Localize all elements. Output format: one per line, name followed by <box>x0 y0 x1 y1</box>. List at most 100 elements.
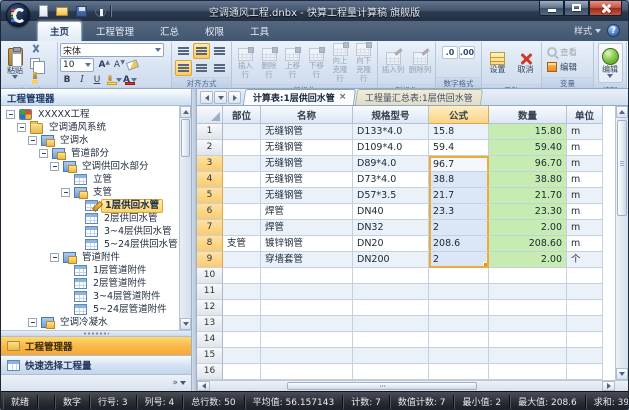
cell-unit[interactable] <box>567 332 603 348</box>
document-tab[interactable]: 工程量汇总表:1层供回水管 <box>355 89 483 105</box>
decrease-decimal-button[interactable]: .00 <box>459 46 475 59</box>
cell-spec[interactable]: D73*4.0 <box>353 172 429 188</box>
row-number[interactable]: 13 <box>197 316 223 332</box>
quick-access-button[interactable] <box>73 4 89 19</box>
row-number[interactable]: 1 <box>197 124 223 140</box>
cell-unit[interactable]: m <box>567 124 603 140</box>
row-op-button[interactable]: 下移行 <box>305 43 328 83</box>
cell-part[interactable] <box>223 332 261 348</box>
cell-unit[interactable] <box>567 268 603 284</box>
cell-spec[interactable] <box>353 364 429 380</box>
row-op-button[interactable]: 上移行 <box>281 43 304 83</box>
ribbon-tab[interactable]: 主页 <box>37 21 82 41</box>
tree-item[interactable]: 管道部分 <box>2 147 178 160</box>
close-button[interactable] <box>589 1 622 16</box>
horizontal-scrollbar[interactable] <box>197 380 628 391</box>
cell-formula[interactable]: 15.8 <box>429 124 489 140</box>
scroll-right-button[interactable] <box>602 381 615 391</box>
alignment-button[interactable] <box>193 60 210 76</box>
cell-formula[interactable]: 21.7 <box>429 188 489 204</box>
sidebar-overflow-bar[interactable]: » <box>1 375 191 391</box>
cell-spec[interactable]: D133*4.0 <box>353 124 429 140</box>
row-number[interactable]: 10 <box>197 268 223 284</box>
tree-item[interactable]: 空调水 <box>2 134 178 147</box>
tree-item[interactable]: 3~4层供回水管 <box>2 225 178 238</box>
cell-name[interactable] <box>261 364 353 380</box>
cell-part[interactable] <box>223 172 261 188</box>
cell-part[interactable] <box>223 204 261 220</box>
tree-item[interactable]: XXXXX工程 <box>2 108 178 121</box>
cell-name[interactable] <box>261 268 353 284</box>
tree-item[interactable]: 5~24层管道附件 <box>2 303 178 316</box>
row-number[interactable]: 7 <box>197 220 223 236</box>
col-op-button[interactable]: 删除列 <box>408 43 433 83</box>
quick-access-button[interactable] <box>54 4 70 19</box>
cell-formula[interactable]: 59.4 <box>429 140 489 156</box>
cell-quantity[interactable]: 96.70 <box>489 156 567 172</box>
cell-formula[interactable]: 2 <box>429 220 489 236</box>
tree-item[interactable]: 2层管道附件 <box>2 277 178 290</box>
cell-name[interactable] <box>261 316 353 332</box>
column-header[interactable]: 公式 <box>429 106 489 124</box>
cell-unit[interactable] <box>567 348 603 364</box>
tree-scroll-thumb[interactable] <box>181 119 190 157</box>
row-number[interactable]: 11 <box>197 284 223 300</box>
tree-expander-icon[interactable] <box>39 149 48 158</box>
row-number[interactable]: 8 <box>197 236 223 252</box>
font-color-button[interactable]: A <box>123 73 137 86</box>
cell-quantity[interactable]: 208.60 <box>489 236 567 252</box>
alignment-button[interactable] <box>211 60 228 76</box>
cell-name[interactable]: 无缝钢管 <box>261 140 353 156</box>
cell-quantity[interactable]: 59.40 <box>489 140 567 156</box>
variable-edit-button[interactable]: 编辑 <box>544 60 580 74</box>
scroll-up-button[interactable] <box>180 106 191 118</box>
cell-quantity[interactable] <box>489 316 567 332</box>
help-button[interactable]: ? <box>607 24 620 37</box>
cell-unit[interactable]: m <box>567 188 603 204</box>
alignment-button[interactable] <box>193 43 210 59</box>
cell-quantity[interactable]: 2.00 <box>489 252 567 268</box>
scroll-down-button[interactable] <box>180 318 191 330</box>
cell-formula[interactable] <box>429 268 489 284</box>
sidebar-nav-item[interactable]: 快速选择工程量 <box>1 356 191 375</box>
row-number[interactable]: 6 <box>197 204 223 220</box>
cell-name[interactable]: 穿墙套管 <box>261 252 353 268</box>
italic-button[interactable]: I <box>75 73 89 86</box>
horizontal-scroll-thumb[interactable] <box>287 382 477 390</box>
tab-nav-button[interactable] <box>214 91 227 104</box>
cut-button[interactable] <box>27 43 43 56</box>
app-menu-orb-icon[interactable] <box>6 3 30 27</box>
cell-name[interactable]: 无缝钢管 <box>261 124 353 140</box>
cell-part[interactable] <box>223 268 261 284</box>
font-size-combo[interactable]: 10 <box>60 58 94 72</box>
tree-item[interactable]: 3~4层管道附件 <box>2 290 178 303</box>
col-op-button[interactable]: 插入列 <box>381 43 406 83</box>
cell-spec[interactable] <box>353 332 429 348</box>
cell-formula[interactable] <box>429 316 489 332</box>
tree-expander-icon[interactable] <box>28 136 37 145</box>
cell-unit[interactable]: m <box>567 204 603 220</box>
cell-unit[interactable]: m <box>567 220 603 236</box>
grow-font-button[interactable]: A▲ <box>95 59 109 72</box>
clear-format-button[interactable] <box>125 59 139 72</box>
tab-nav-button[interactable] <box>228 91 241 104</box>
cell-part[interactable] <box>223 364 261 380</box>
column-header[interactable]: 部位 <box>223 106 261 124</box>
cell-name[interactable] <box>261 332 353 348</box>
tree-scrollbar[interactable] <box>179 106 191 330</box>
close-tab-icon[interactable]: × <box>339 93 347 102</box>
tree-item[interactable]: 1层供回水管 <box>2 199 178 212</box>
cell-name[interactable]: 无缝钢管 <box>261 156 353 172</box>
cell-unit[interactable] <box>567 284 603 300</box>
cell-part[interactable] <box>223 284 261 300</box>
alignment-button[interactable] <box>175 43 192 59</box>
bold-button[interactable]: B <box>60 73 74 86</box>
cell-quantity[interactable] <box>489 284 567 300</box>
coefficient-cancel-button[interactable]: 取消 <box>515 43 537 83</box>
cell-spec[interactable] <box>353 348 429 364</box>
cell-quantity[interactable] <box>489 300 567 316</box>
cell-part[interactable] <box>223 140 261 156</box>
cell-quantity[interactable]: 38.80 <box>489 172 567 188</box>
cell-unit[interactable]: m <box>567 236 603 252</box>
cell-unit[interactable]: 个 <box>567 252 603 268</box>
